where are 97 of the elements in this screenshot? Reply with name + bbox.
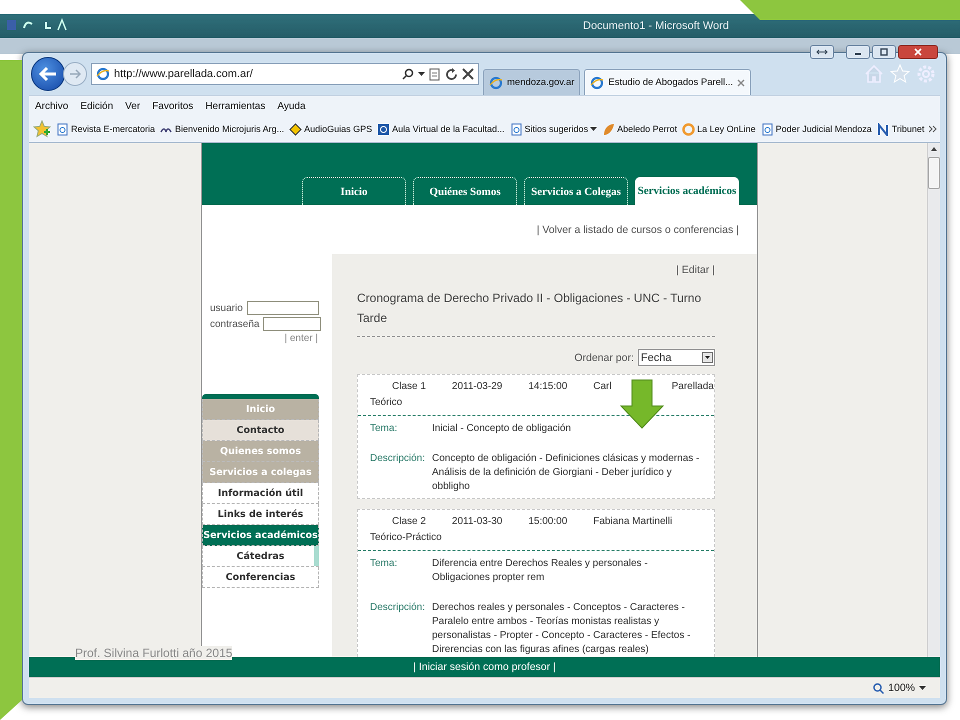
- page-icon[interactable]: [429, 68, 441, 80]
- class-date: 2011-03-29: [452, 380, 502, 394]
- caret-icon[interactable]: [919, 686, 926, 690]
- class-type: Teórico-Práctico: [370, 531, 443, 545]
- favorite-link[interactable]: Poder Judicial Mendoza: [760, 122, 872, 136]
- page-icon: [510, 122, 523, 136]
- menu-item[interactable]: Herramientas: [205, 100, 266, 112]
- star-icon[interactable]: [890, 64, 910, 84]
- window-title: Documento1 - Microsoft Word: [583, 20, 729, 32]
- side-menu-item[interactable]: Contacto: [202, 420, 319, 441]
- scrollbar[interactable]: [927, 143, 940, 657]
- class-time: 15:00:00: [528, 515, 568, 529]
- letter-icon: [876, 122, 890, 136]
- minimize-button[interactable]: [846, 45, 870, 59]
- nav-tab[interactable]: Servicios académicos: [635, 177, 739, 205]
- sort-dropdown[interactable]: Fecha: [638, 349, 715, 366]
- page-icon: [760, 122, 774, 136]
- sort-label: Ordenar por:: [574, 352, 634, 364]
- page-icon: [56, 122, 69, 136]
- side-menu-item[interactable]: Links de interés: [202, 504, 319, 525]
- field-label: Descripción:: [370, 452, 426, 466]
- browser-tab[interactable]: mendoza.gov.ar: [483, 69, 580, 95]
- nav-tab[interactable]: Inicio: [302, 177, 406, 205]
- favorite-link[interactable]: Aula Virtual de la Facultad...: [377, 122, 505, 136]
- leaf-icon: [602, 122, 616, 136]
- side-menu-item[interactable]: Información útil: [202, 483, 319, 504]
- side-menu-item[interactable]: Conferencias: [202, 567, 319, 588]
- menu-item[interactable]: Edición: [80, 100, 114, 112]
- menu-item[interactable]: Ayuda: [277, 100, 306, 112]
- back-button[interactable]: [31, 57, 65, 91]
- field-label: Descripción:: [370, 601, 426, 615]
- maximize-icon: [880, 48, 888, 56]
- scroll-up-icon: [931, 147, 937, 151]
- favorite-link[interactable]: Tribunet: [876, 122, 924, 136]
- menu-item[interactable]: Favoritos: [152, 100, 194, 112]
- teacher-name: Fabiana Martinelli: [593, 515, 672, 529]
- slide-footer: Prof. Silvina Furlotti año 2015: [75, 646, 232, 660]
- field-label: usuario: [210, 302, 243, 314]
- zoom-icon: [873, 682, 884, 694]
- password-field[interactable]: [263, 317, 322, 331]
- field-label: Tema:: [370, 422, 398, 436]
- maximize-button[interactable]: [872, 45, 896, 59]
- username-field[interactable]: [246, 301, 319, 315]
- teacher-name: Parellada: [672, 380, 714, 394]
- favorite-link[interactable]: La Ley OnLine: [682, 122, 756, 136]
- class-number: Clase 1: [392, 380, 426, 394]
- field-label: contraseña: [210, 318, 260, 330]
- chevron-icon[interactable]: [929, 125, 938, 133]
- browser-tab[interactable]: Estudio de Abogados Parell...: [584, 69, 752, 95]
- zoom-level[interactable]: 100%: [888, 682, 915, 694]
- side-menu-item[interactable]: Servicios académicos: [202, 525, 319, 546]
- class-time: 14:15:00: [528, 380, 568, 394]
- description-text: Derechos reales y personales - Conceptos - Caracteres - Paralelo entre ambos - Teorías monistas realistas y personalistas - Propter - Concepto - Caracteres - Efectos - Direrencias con las figuras afines (cargas reales): [432, 601, 692, 657]
- menu-item[interactable]: Ver: [125, 100, 140, 112]
- edit-link[interactable]: | Editar |: [676, 264, 715, 276]
- favorite-link[interactable]: Abeledo Perrot: [602, 122, 678, 136]
- field-label: Tema:: [370, 557, 398, 571]
- refresh-icon[interactable]: [445, 68, 458, 80]
- description-text: Concepto de obligación - Definiciones clásicas y modernas - Análisis de la definición de Giorgiani - Deber jurídico y obbligho: [432, 452, 700, 494]
- back-link[interactable]: | Volver a listado de cursos o conferencias |: [536, 224, 739, 236]
- selection-marker: [314, 546, 319, 566]
- class-number: Clase 2: [392, 515, 426, 529]
- favorites-star-icon[interactable]: [33, 120, 51, 138]
- down-arrow-icon: [620, 379, 664, 429]
- close-button[interactable]: [898, 45, 938, 59]
- nav-tab[interactable]: Quiénes Somos: [413, 177, 517, 205]
- nav-tab[interactable]: Servicios a Colegas: [524, 177, 628, 205]
- class-date: 2011-03-30: [452, 515, 502, 529]
- page-title: Cronograma de Derecho Privado II - Obligaciones - UNC - Turno Tarde: [357, 288, 715, 337]
- topic-text: Diferencia entre Derechos Reales y personales - Obligaciones propter rem: [432, 557, 649, 585]
- search-icon[interactable]: [402, 68, 414, 80]
- caret-icon: [590, 127, 598, 131]
- restore-icon: [816, 48, 828, 56]
- topic-text: Inicial - Concepto de obligación: [432, 422, 572, 436]
- browser-logo-icon: [489, 76, 503, 90]
- menu-item[interactable]: Archivo: [35, 100, 68, 112]
- close-icon[interactable]: [462, 68, 474, 80]
- close-icon: [914, 48, 922, 56]
- arrow-right-icon: [69, 69, 81, 79]
- ring-icon: [682, 122, 696, 136]
- favorite-link[interactable]: Revista E-mercatoria: [56, 122, 156, 136]
- address-field[interactable]: http://www.parellada.com.ar/: [91, 63, 479, 85]
- scroll-thumb[interactable]: [928, 157, 940, 189]
- login-link[interactable]: | Iniciar sesión como profesor |: [413, 661, 556, 673]
- enter-link[interactable]: | enter |: [284, 333, 318, 344]
- teacher-name: Carl: [593, 380, 612, 394]
- caret-icon[interactable]: [418, 72, 425, 76]
- browser-logo-icon: [96, 67, 110, 81]
- favorite-link[interactable]: AudioGuias GPS: [289, 122, 372, 136]
- browser-logo-icon: [590, 76, 604, 90]
- class-type: Teórico: [370, 396, 404, 410]
- favorite-link[interactable]: Bienvenido Microjuris Arg...: [160, 122, 284, 136]
- side-menu-item[interactable]: Cátedras: [202, 546, 319, 567]
- favorite-link[interactable]: Sitios sugeridos: [510, 122, 598, 136]
- arrow-left-icon: [38, 66, 58, 82]
- diamond-icon: [289, 122, 302, 136]
- restore-button[interactable]: [810, 45, 834, 59]
